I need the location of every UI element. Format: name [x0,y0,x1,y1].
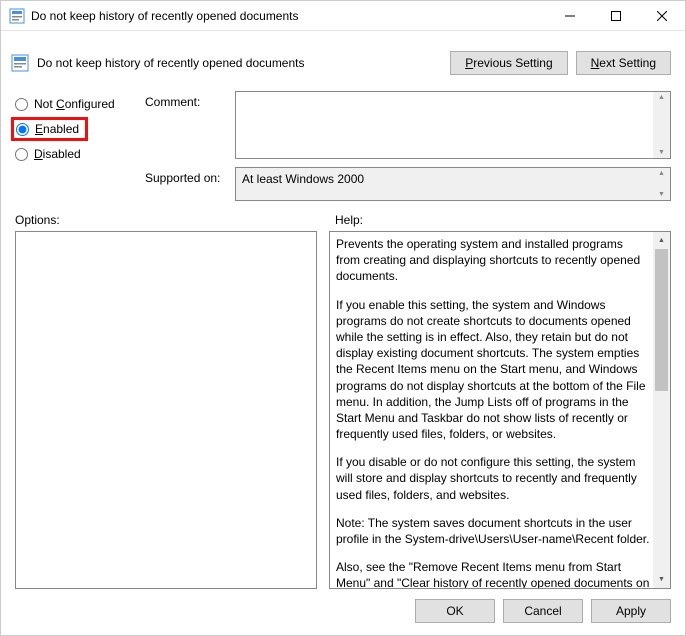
help-text: If you disable or do not configure this … [336,454,650,503]
options-label: Options: [15,213,317,227]
supported-scrollbar: ▲ ▼ [653,168,670,200]
scroll-down-icon: ▼ [653,189,670,200]
footer: OK Cancel Apply [1,589,685,635]
titlebar: Do not keep history of recently opened d… [1,1,685,31]
help-text: Also, see the "Remove Recent Items menu … [336,559,650,589]
radio-enabled-input[interactable] [16,123,29,136]
help-panel: Prevents the operating system and instal… [329,231,671,589]
scroll-thumb[interactable] [655,249,668,391]
scroll-track[interactable] [653,249,670,571]
state-radio-group: Not Configured Enabled Disabled [15,91,145,209]
supported-on-value: At least Windows 2000 ▲ ▼ [235,167,671,201]
window-title: Do not keep history of recently opened d… [31,9,547,23]
highlight-box: Enabled [11,117,88,141]
help-label: Help: [335,213,671,227]
radio-disabled[interactable]: Disabled [15,147,145,161]
ok-button[interactable]: OK [415,599,495,623]
supported-on-text: At least Windows 2000 [242,172,364,186]
policy-icon [11,54,29,72]
next-setting-button[interactable]: Next Setting [576,51,671,75]
options-panel [15,231,317,589]
scroll-up-icon: ▲ [653,168,670,179]
maximize-button[interactable] [593,1,639,31]
help-text: Prevents the operating system and instal… [336,236,650,285]
help-text: Note: The system saves document shortcut… [336,515,650,547]
apply-button[interactable]: Apply [591,599,671,623]
close-button[interactable] [639,1,685,31]
policy-name: Do not keep history of recently opened d… [37,56,450,70]
content: Not Configured Enabled Disabled Comment:… [1,87,685,589]
help-text: If you enable this setting, the system a… [336,297,650,443]
scroll-up-icon[interactable]: ▲ [653,232,670,249]
previous-setting-button[interactable]: Previous Setting [450,51,567,75]
minimize-button[interactable] [547,1,593,31]
policy-icon [9,8,25,24]
comment-scrollbar[interactable]: ▲ ▼ [653,92,670,158]
scroll-down-icon[interactable]: ▼ [653,147,670,158]
comment-label: Comment: [145,91,235,159]
radio-disabled-input[interactable] [15,148,28,161]
cancel-button[interactable]: Cancel [503,599,583,623]
radio-enabled[interactable]: Enabled [16,122,79,136]
comment-textarea[interactable]: ▲ ▼ [235,91,671,159]
help-scrollbar[interactable]: ▲ ▼ [653,232,670,588]
scroll-up-icon[interactable]: ▲ [653,92,670,103]
radio-not-configured-input[interactable] [15,98,28,111]
scroll-down-icon[interactable]: ▼ [653,571,670,588]
header: Do not keep history of recently opened d… [1,31,685,87]
radio-not-configured[interactable]: Not Configured [15,97,145,111]
supported-on-label: Supported on: [145,167,235,201]
